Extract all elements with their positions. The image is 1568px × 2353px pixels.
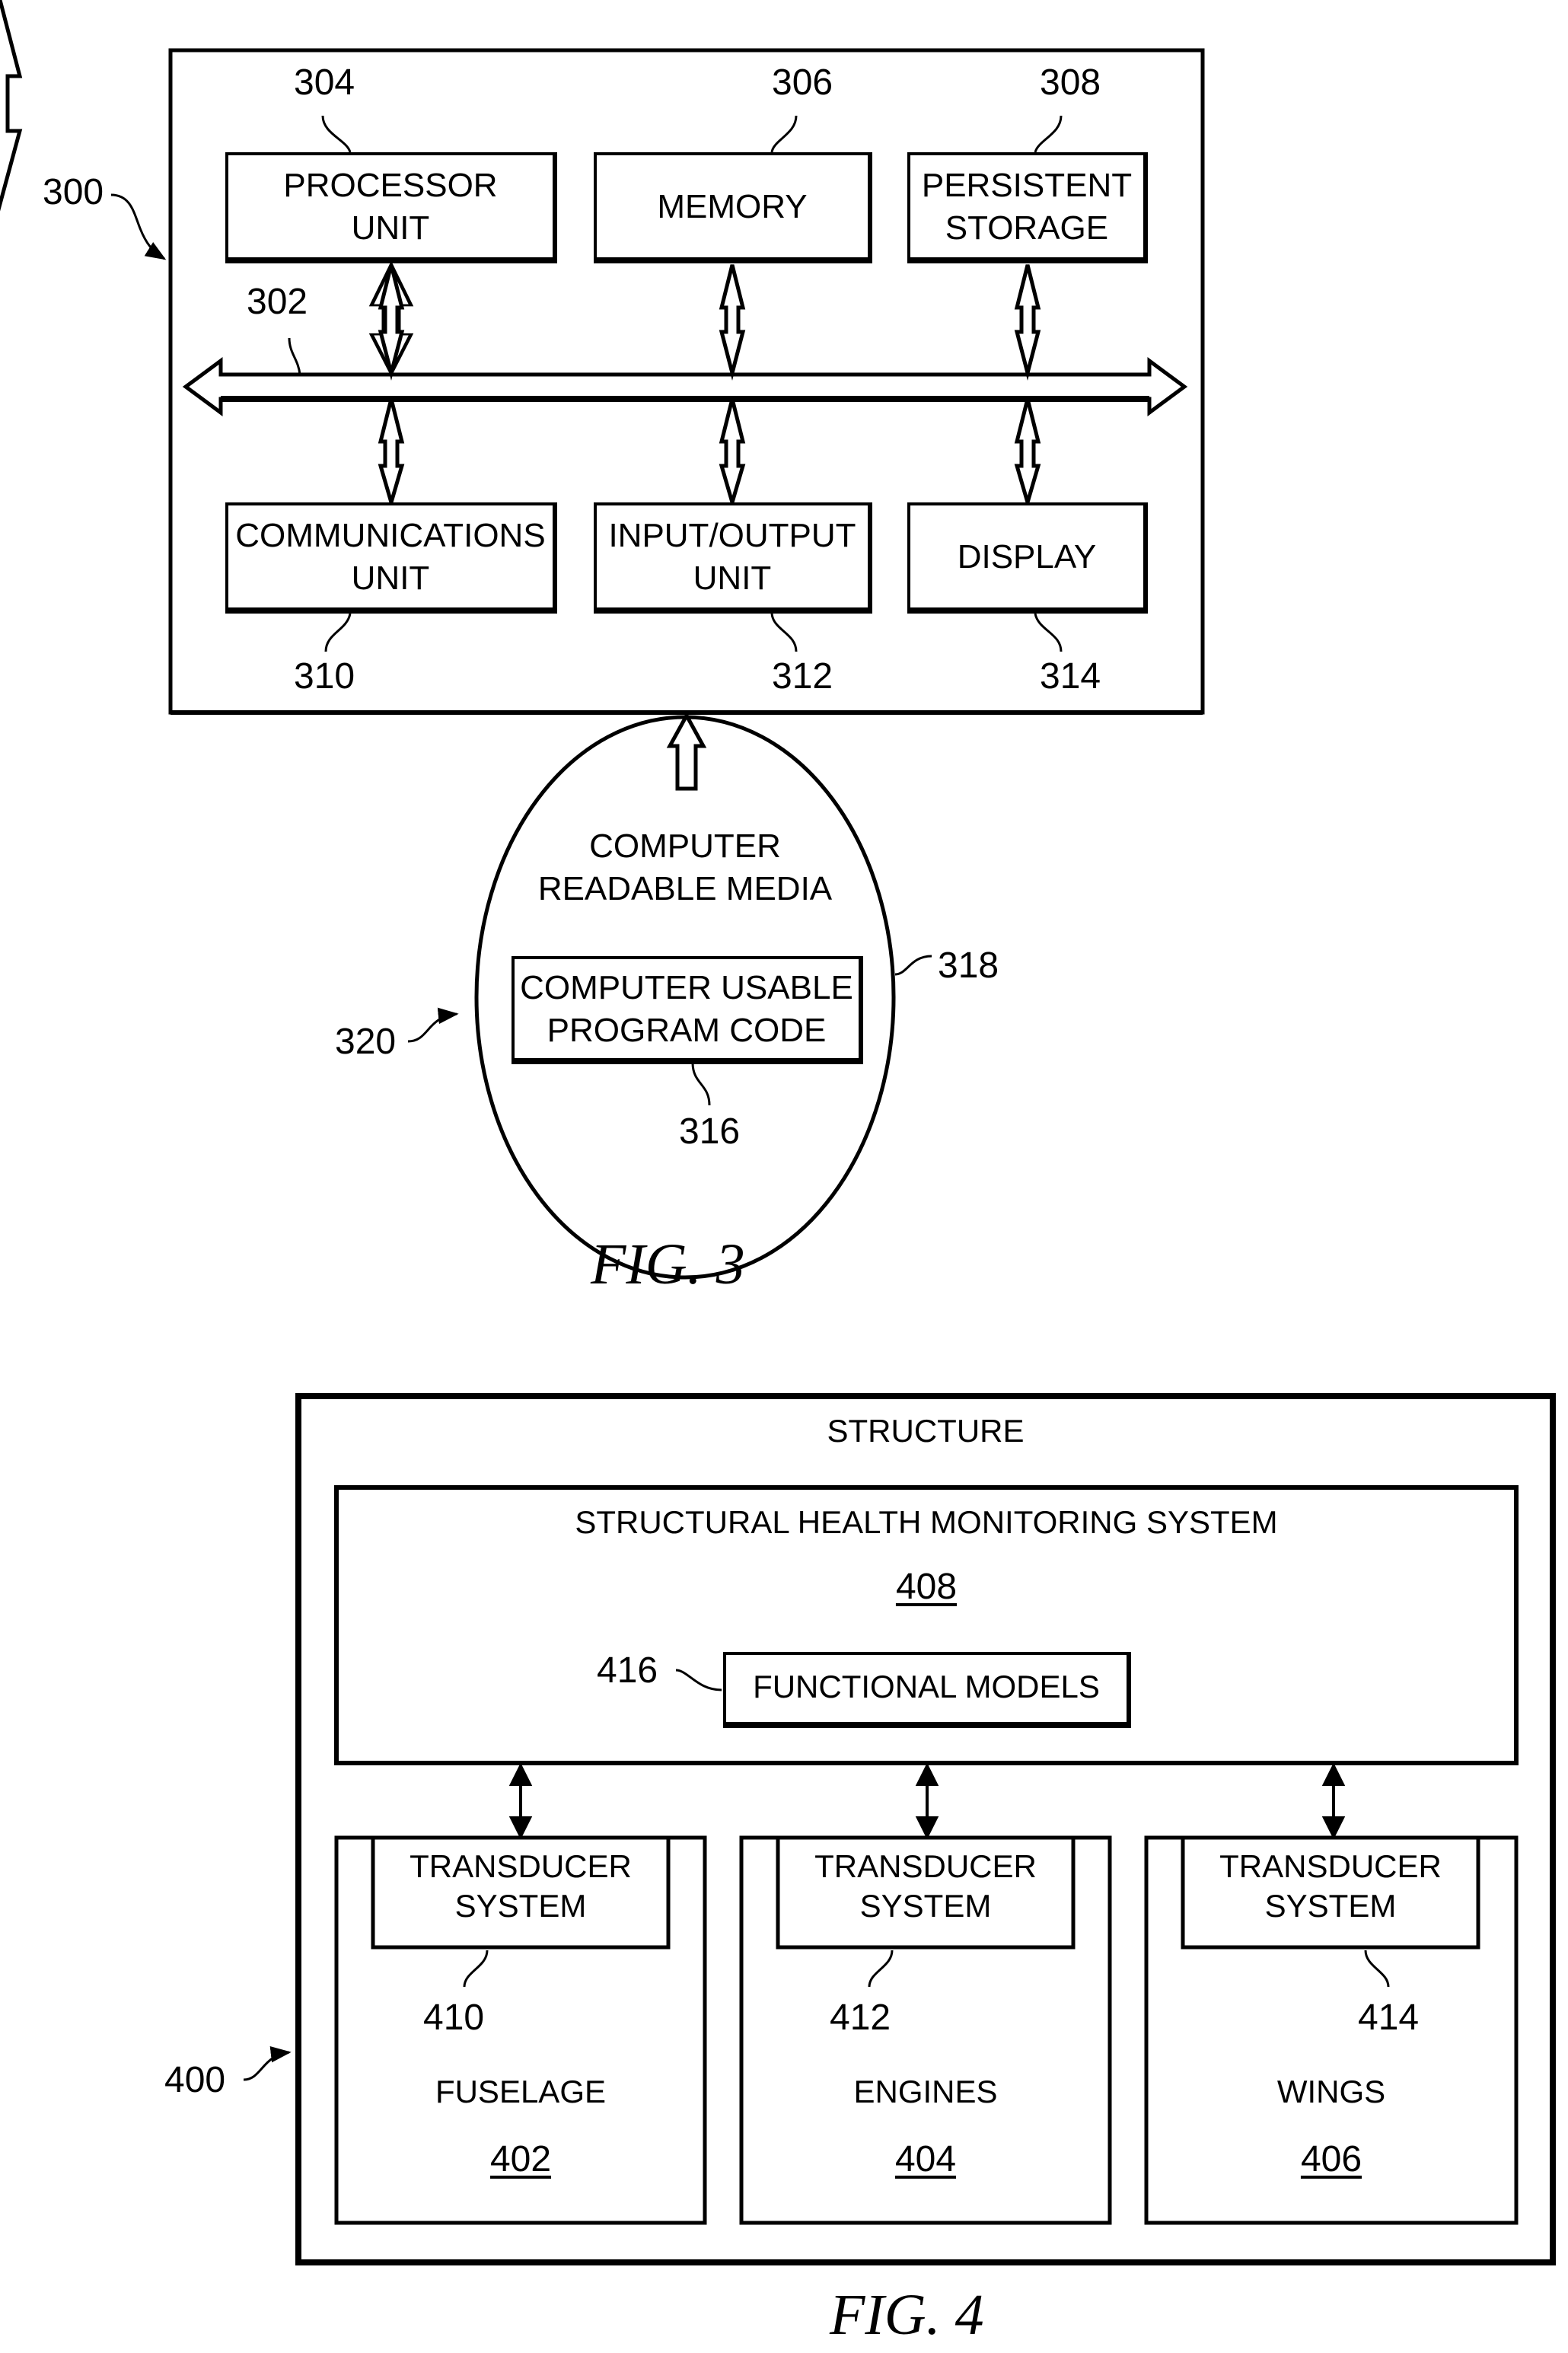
ref-310: 310 — [294, 656, 355, 697]
fig3-caption: FIG. 3 — [591, 1233, 745, 1297]
communications-unit-box: COMMUNICATIONS UNIT — [225, 502, 557, 614]
persistent-storage-box: PERSISTENT STORAGE — [907, 152, 1148, 263]
engines-label: ENGINES — [853, 2075, 998, 2110]
ref-406: 406 — [1300, 2139, 1362, 2180]
computer-readable-media-label: COMPUTER READABLE MEDIA — [537, 827, 833, 907]
arrow-storage-bus — [1014, 264, 1041, 381]
ref-304-leader — [321, 115, 352, 153]
ref-414-leader — [1364, 1950, 1390, 1988]
fig4-caption: FIG. 4 — [830, 2284, 984, 2348]
bus-connector-arrows — [0, 0, 23, 212]
communications-unit-label: COMMUNICATIONS UNIT — [235, 516, 546, 596]
program-code-box: COMPUTER USABLE PROGRAM CODE — [512, 956, 863, 1064]
ref-402: 402 — [489, 2139, 552, 2180]
transducer-label-engines: TRANSDUCER SYSTEM — [814, 1850, 1037, 1925]
display-box: DISPLAY — [907, 502, 1148, 614]
ref-412: 412 — [830, 1997, 891, 2039]
transducer-label-fuselage: TRANSDUCER SYSTEM — [410, 1850, 632, 1925]
ref-304: 304 — [294, 62, 355, 104]
shm-ref-408: 408 — [895, 1567, 958, 1608]
arrow-memory-bus — [719, 264, 746, 381]
wings-label: WINGS — [1276, 2075, 1386, 2110]
arrow-bus-display — [1014, 398, 1041, 509]
arrow-bus-io — [719, 398, 746, 509]
program-code-label: COMPUTER USABLE PROGRAM CODE — [520, 968, 853, 1048]
shm-label: STRUCTURAL HEALTH MONITORING SYSTEM — [575, 1506, 1278, 1541]
ref-318-leader — [894, 955, 932, 976]
ref-320-leader — [407, 1007, 459, 1043]
arrow-shm-fuselage — [508, 1762, 533, 1786]
processor-unit-label: PROCESSOR UNIT — [283, 166, 498, 246]
fuselage-label: FUSELAGE — [435, 2075, 607, 2110]
ref-314-leader — [1034, 613, 1063, 652]
ref-308-leader — [1034, 115, 1063, 153]
ref-410-leader — [463, 1950, 489, 1988]
ref-308: 308 — [1040, 62, 1101, 104]
ref-404: 404 — [894, 2139, 957, 2180]
ref-300-leader — [110, 193, 167, 260]
ref-316: 316 — [679, 1111, 741, 1153]
arrow-shm-wings — [1321, 1762, 1346, 1786]
memory-label: MEMORY — [657, 187, 808, 225]
arrow-bus-comms — [378, 398, 405, 509]
transducer-label-wings: TRANSDUCER SYSTEM — [1219, 1850, 1442, 1925]
patent-drawing-sheet: 300 302 304 306 308 310 312 314 PROCESSO… — [0, 0, 1568, 2348]
ref-400-leader — [243, 2045, 292, 2081]
ref-310-leader — [324, 613, 352, 652]
ref-416: 416 — [597, 1650, 658, 1691]
processor-unit-box: PROCESSOR UNIT — [225, 152, 557, 263]
ref-312-leader — [770, 613, 798, 652]
ref-306: 306 — [772, 62, 833, 104]
functional-models-label: FUNCTIONAL MODELS — [753, 1669, 1100, 1705]
structure-label: STRUCTURE — [827, 1414, 1025, 1449]
ref-416-leader — [675, 1669, 722, 1691]
ref-318: 318 — [938, 945, 999, 987]
ref-400: 400 — [164, 2060, 226, 2101]
ref-316-leader — [691, 1062, 711, 1106]
persistent-storage-label: PERSISTENT STORAGE — [921, 166, 1133, 246]
ref-302-leader — [288, 337, 301, 375]
arrow-media-to-system — [666, 711, 707, 791]
ref-320: 320 — [335, 1022, 397, 1063]
ref-410: 410 — [423, 1997, 485, 2039]
functional-models-box: FUNCTIONAL MODELS — [723, 1652, 1131, 1728]
ref-412-leader — [868, 1950, 894, 1988]
bus-arrow — [182, 357, 1188, 416]
ref-302: 302 — [247, 282, 308, 323]
ref-312: 312 — [772, 656, 833, 697]
memory-box: MEMORY — [594, 152, 872, 263]
input-output-unit-label: INPUT/OUTPUT UNIT — [608, 516, 856, 596]
ref-414: 414 — [1358, 1997, 1420, 2039]
fig3-graphics — [0, 0, 1556, 2265]
ref-300: 300 — [43, 172, 104, 213]
input-output-unit-box: INPUT/OUTPUT UNIT — [594, 502, 872, 614]
ref-314: 314 — [1040, 656, 1101, 697]
display-label: DISPLAY — [957, 537, 1097, 575]
arrow-shm-engines — [915, 1762, 939, 1786]
ref-306-leader — [770, 115, 798, 153]
